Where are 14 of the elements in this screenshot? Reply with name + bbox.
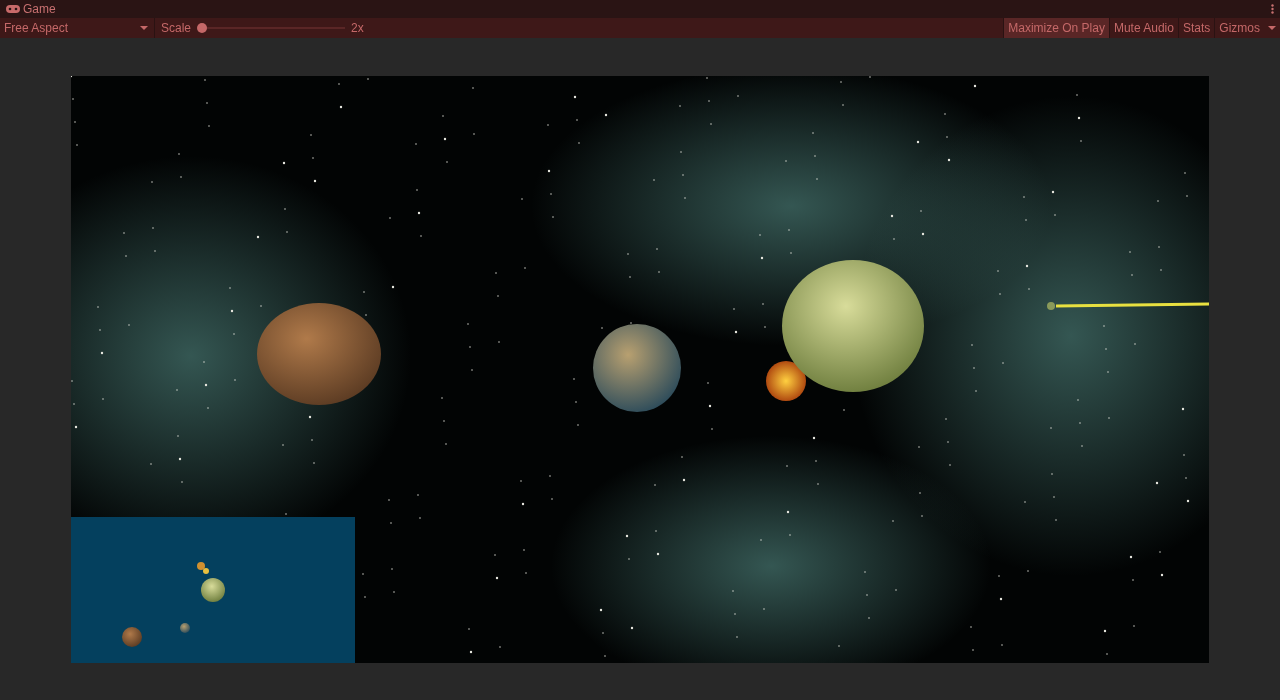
scale-label: Scale [161, 20, 192, 37]
toggle-button[interactable]: Mute Audio [1108, 18, 1178, 38]
window-title: Game [23, 1, 56, 18]
caret-icon [1268, 26, 1276, 30]
toggle-button[interactable]: Maximize On Play [1003, 18, 1109, 38]
gamepad-icon [6, 5, 20, 13]
caret-icon [140, 26, 148, 30]
toggle-button[interactable]: Stats [1177, 18, 1215, 38]
aspect-dropdown[interactable]: Free Aspect [0, 18, 155, 38]
more-options-icon[interactable] [1271, 4, 1274, 14]
scale-value: 2x [351, 20, 364, 37]
slider-thumb[interactable] [197, 23, 208, 33]
scale-slider[interactable] [197, 23, 346, 33]
toggle-button[interactable]: Gizmos [1214, 18, 1264, 38]
